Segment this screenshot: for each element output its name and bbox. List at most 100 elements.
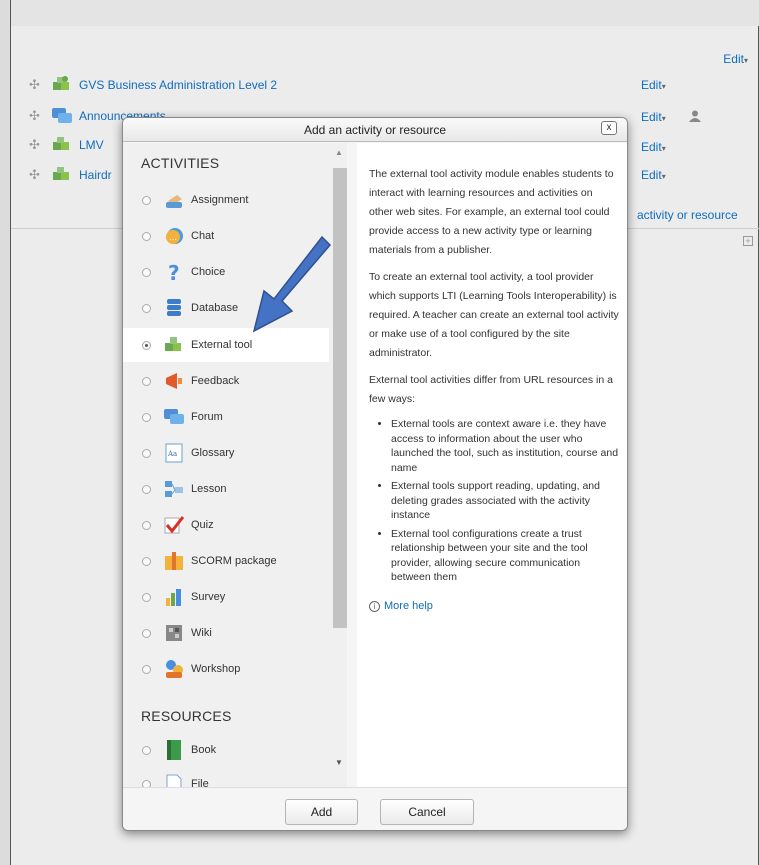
course-link[interactable]: GVS Business Administration Level 2 <box>79 78 277 92</box>
radio-button[interactable] <box>142 376 151 386</box>
option-label: Quiz <box>191 519 214 531</box>
scroll-up-icon[interactable]: ▲ <box>335 148 343 157</box>
edit-label: Edit <box>641 78 662 92</box>
cancel-button[interactable]: Cancel <box>380 799 474 825</box>
option-label: Lesson <box>191 483 227 495</box>
help-list-item: External tools are context aware i.e. th… <box>391 417 619 475</box>
wiki-icon <box>163 622 185 644</box>
radio-button[interactable] <box>142 448 151 458</box>
option-feedback[interactable]: Feedback <box>123 364 329 398</box>
help-panel: The external tool activity module enable… <box>357 143 627 787</box>
option-label: Survey <box>191 591 226 603</box>
section-edit-menu[interactable]: Edit▾ <box>723 52 748 66</box>
option-forum[interactable]: Forum <box>123 400 329 434</box>
caret-down-icon: ▾ <box>661 114 666 123</box>
svg-text:…: … <box>169 233 177 242</box>
option-file[interactable]: File <box>123 767 329 787</box>
option-label: Chat <box>191 230 215 242</box>
option-label: Assignment <box>191 194 249 206</box>
option-label: Choice <box>191 266 226 278</box>
workshop-icon <box>163 658 185 680</box>
option-scorm[interactable]: SCORM package <box>123 544 329 578</box>
radio-button[interactable] <box>142 267 151 277</box>
edit-menu[interactable]: Edit▾ <box>641 110 666 124</box>
edit-label: Edit <box>723 52 744 66</box>
option-label: Feedback <box>191 375 240 387</box>
edit-label: Edit <box>641 140 662 154</box>
radio-button[interactable] <box>142 556 151 566</box>
external-tool-icon <box>53 167 69 180</box>
caret-down-icon: ▾ <box>661 144 666 153</box>
quiz-icon <box>163 514 185 536</box>
move-icon[interactable]: ✣ <box>29 77 45 93</box>
radio-button[interactable] <box>142 484 151 494</box>
radio-button[interactable] <box>142 745 151 755</box>
info-icon: i <box>369 600 380 612</box>
option-label: Database <box>191 302 239 314</box>
radio-button[interactable] <box>142 412 151 422</box>
move-icon[interactable]: ✣ <box>29 167 45 183</box>
radio-button-selected[interactable] <box>142 340 151 350</box>
option-label: SCORM package <box>191 555 277 567</box>
radio-button[interactable] <box>142 303 151 313</box>
radio-button[interactable] <box>142 664 151 674</box>
option-wiki[interactable]: Wiki <box>123 616 329 650</box>
option-glossary[interactable]: Aa Glossary <box>123 436 329 470</box>
radio-button[interactable] <box>142 628 151 638</box>
chat-icon: … <box>163 225 185 247</box>
choice-icon: ? <box>163 261 185 283</box>
survey-icon <box>163 586 185 608</box>
annotation-arrow-icon <box>252 235 332 333</box>
help-paragraph: To create an external tool activity, a t… <box>369 271 619 359</box>
dialog-title: Add an activity or resource <box>303 123 447 137</box>
course-row: ✣ GVS Business Administration Level 2 <box>29 74 277 96</box>
option-quiz[interactable]: Quiz <box>123 508 329 542</box>
option-label: Wiki <box>191 627 212 639</box>
add-activity-dialog: Add an activity or resource x ACTIVITIES… <box>122 117 628 831</box>
dialog-footer: Add Cancel <box>123 787 627 830</box>
course-link[interactable]: LMV <box>79 138 104 152</box>
edit-menu[interactable]: Edit▾ <box>641 78 666 92</box>
add-activity-link[interactable]: activity or resource <box>637 208 738 222</box>
svg-text:Aa: Aa <box>167 450 177 458</box>
external-tool-icon <box>53 76 69 90</box>
forum-icon <box>52 108 72 123</box>
option-workshop[interactable]: Workshop <box>123 652 329 686</box>
radio-button[interactable] <box>142 520 151 530</box>
add-button[interactable]: Add <box>285 799 358 825</box>
move-icon[interactable]: ✣ <box>29 108 45 124</box>
option-lesson[interactable]: Lesson <box>123 472 329 506</box>
option-label: External tool <box>191 339 253 351</box>
radio-button[interactable] <box>142 195 151 205</box>
edit-menu[interactable]: Edit▾ <box>641 168 666 182</box>
course-link[interactable]: Hairdr <box>79 168 112 182</box>
scrollbar-thumb[interactable] <box>333 168 347 628</box>
radio-button[interactable] <box>142 592 151 602</box>
radio-button[interactable] <box>142 231 151 241</box>
help-list-item: External tool configurations create a tr… <box>391 527 619 585</box>
option-assignment[interactable]: Assignment <box>123 183 329 217</box>
move-icon[interactable]: ✣ <box>29 137 45 153</box>
page-header-bar <box>11 0 759 26</box>
option-book[interactable]: Book <box>123 733 329 767</box>
close-button[interactable]: x <box>601 121 617 135</box>
option-label: Forum <box>191 411 223 423</box>
caret-down-icon: ▾ <box>661 82 666 91</box>
course-row: ✣ Hairdr <box>29 164 112 186</box>
radio-button[interactable] <box>142 779 151 787</box>
help-list-item: External tools support reading, updating… <box>391 479 619 523</box>
more-help-link[interactable]: i More help <box>369 597 619 616</box>
edit-menu[interactable]: Edit▾ <box>641 140 666 154</box>
activities-heading: ACTIVITIES <box>141 155 220 171</box>
option-survey[interactable]: Survey <box>123 580 329 614</box>
help-paragraph: The external tool activity module enable… <box>369 168 614 256</box>
option-label: Workshop <box>191 663 241 675</box>
expand-icon[interactable]: + <box>743 236 753 246</box>
scroll-down-icon[interactable]: ▼ <box>335 758 343 767</box>
lesson-icon <box>163 478 185 500</box>
edit-label: Edit <box>641 110 662 124</box>
help-paragraph: External tool activities differ from URL… <box>369 374 613 405</box>
feedback-icon <box>163 370 185 392</box>
glossary-icon: Aa <box>163 442 185 464</box>
user-icon <box>689 110 701 122</box>
